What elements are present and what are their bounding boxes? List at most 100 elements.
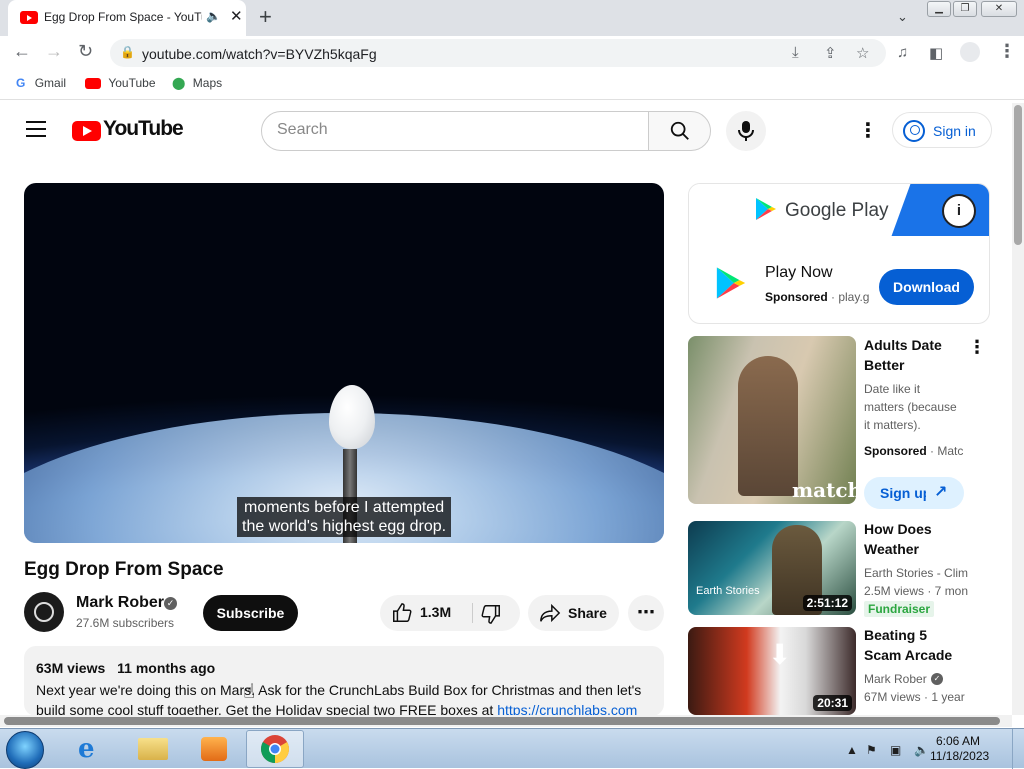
- channel-name[interactable]: Mark Rober: [76, 594, 164, 612]
- tray-volume-icon[interactable]: 🔈: [914, 743, 929, 757]
- rec-desc-line1: Date like it: [864, 382, 921, 396]
- speaker-icon[interactable]: 🔈: [206, 9, 221, 23]
- ad-download-button[interactable]: Download: [879, 269, 974, 305]
- back-arrow-icon[interactable]: ←: [13, 41, 31, 62]
- verified-check-icon: ✓: [164, 597, 177, 610]
- taskbar-chrome[interactable]: [246, 730, 304, 768]
- show-desktop-button[interactable]: [1012, 729, 1024, 769]
- reload-icon[interactable]: ↻: [78, 41, 93, 62]
- close-window-button[interactable]: ✕: [981, 1, 1017, 17]
- new-tab-button[interactable]: +: [259, 4, 272, 30]
- rec-channel-2[interactable]: Earth Stories - Climate: [864, 564, 968, 582]
- bookmark-star-icon[interactable]: ☆: [856, 44, 869, 62]
- more-actions-icon[interactable]: ⋯: [628, 595, 664, 631]
- rec-desc-line2: matters (because: [864, 400, 957, 414]
- view-stats: 63M views 11 months ago: [36, 660, 223, 676]
- rec-thumbnail-arcade[interactable]: ⬇ 20:31: [688, 627, 856, 715]
- video-frame-egg: [329, 385, 375, 449]
- lock-icon[interactable]: 🔒: [120, 45, 135, 59]
- earth-stories-mark: Earth Stories: [696, 585, 760, 597]
- bookmark-youtube[interactable]: YouTube: [85, 76, 156, 90]
- clock-date: 11/18/2023: [930, 749, 990, 763]
- thumbs-up-icon[interactable]: [391, 602, 413, 624]
- voice-search-button[interactable]: [726, 111, 766, 151]
- video-title: Egg Drop From Space: [24, 559, 224, 580]
- view-count: 63M views: [36, 660, 106, 676]
- horizontal-scroll-thumb[interactable]: [4, 717, 1000, 725]
- subscriber-count: 27.6M subscribers: [76, 616, 175, 630]
- rec-stats-2: 2.5M views · 7 months ago: [864, 584, 968, 598]
- side-panel-icon[interactable]: ◧: [929, 44, 943, 62]
- rec-stats-3: 67M views · 1 year ago: [864, 690, 968, 704]
- tab-title: Egg Drop From Space - YouTube: [44, 10, 202, 24]
- tray-network-icon[interactable]: ▣: [890, 743, 901, 757]
- hand-cursor-icon: ☝: [243, 681, 256, 703]
- account-icon: [903, 120, 925, 142]
- like-count[interactable]: 1.3M: [420, 604, 451, 620]
- subscribe-button[interactable]: Subscribe: [203, 595, 298, 631]
- system-clock[interactable]: 6:06 AM 11/18/2023: [930, 734, 990, 764]
- search-box[interactable]: [261, 111, 649, 151]
- tab-search-chevron-icon[interactable]: ⌄: [897, 9, 908, 25]
- tray-flag-icon[interactable]: ⚑: [866, 743, 877, 757]
- sign-in-button[interactable]: Sign in: [892, 112, 992, 148]
- verified-check-icon: ✓: [931, 673, 943, 685]
- rec-title-1[interactable]: Adults Date Better: [864, 335, 972, 375]
- rec-thumbnail-match-ad[interactable]: match.: [688, 336, 856, 504]
- maximize-button[interactable]: ❐: [953, 1, 977, 17]
- google-play-app-icon: [716, 267, 746, 299]
- taskbar-ie[interactable]: e: [62, 730, 120, 768]
- rec-title-3[interactable]: Beating 5 Scam Arcade Games: [864, 625, 968, 665]
- share-arrow-icon: [540, 603, 561, 623]
- taskbar-media-player[interactable]: [185, 730, 243, 768]
- search-input[interactable]: [277, 121, 637, 139]
- upload-age: 11 months ago: [117, 660, 216, 676]
- vertical-scroll-thumb[interactable]: [1014, 105, 1022, 245]
- microphone-icon: [738, 121, 754, 141]
- vertical-scrollbar[interactable]: [1012, 103, 1024, 715]
- bookmark-gmail[interactable]: G Gmail: [16, 76, 66, 90]
- video-caption: moments before I attempted the world's h…: [237, 497, 452, 537]
- bookmark-maps[interactable]: ⬤ Maps: [172, 76, 222, 90]
- thumbs-down-icon[interactable]: [480, 603, 502, 625]
- media-controls-icon[interactable]: ♫: [897, 44, 908, 61]
- rec-desc-line3: it matters).: [864, 418, 921, 432]
- taskbar-explorer[interactable]: [124, 730, 182, 768]
- profile-avatar-icon[interactable]: [960, 42, 980, 62]
- rec-more-icon[interactable]: ⋮: [968, 337, 986, 358]
- chrome-icon: [261, 735, 289, 763]
- address-bar[interactable]: 🔒 youtube.com/watch?v=BYVZh5kqaFg ⤓ ⇪ ☆: [110, 39, 886, 67]
- ad-info-icon[interactable]: i: [942, 194, 976, 228]
- like-separator: [472, 603, 473, 623]
- channel-avatar[interactable]: [24, 592, 64, 632]
- browser-tab[interactable]: Egg Drop From Space - YouTube 🔈 ✕: [8, 0, 246, 36]
- rec-title-2[interactable]: How Does Weather Change Our Planet: [864, 519, 968, 559]
- horizontal-scrollbar[interactable]: [0, 715, 1012, 727]
- search-button[interactable]: [648, 111, 711, 151]
- sign-in-label: Sign in: [933, 123, 976, 139]
- start-button[interactable]: [6, 731, 44, 769]
- share-button[interactable]: Share: [528, 595, 619, 631]
- rec-signup-button[interactable]: Sign up ↗: [864, 477, 964, 509]
- forward-arrow-icon[interactable]: →: [45, 41, 63, 62]
- rec-thumbnail-weather[interactable]: Earth Stories 2:51:12: [688, 521, 856, 615]
- windows-taskbar: e ▲ ⚑ ▣ 🔈 6:06 AM 11/18/2023: [0, 728, 1024, 769]
- hamburger-menu-icon[interactable]: [26, 121, 46, 142]
- ad-title[interactable]: Play Now: [765, 264, 833, 282]
- youtube-logo-text[interactable]: YouTube: [103, 117, 184, 141]
- settings-more-icon[interactable]: ⋮: [858, 118, 878, 143]
- youtube-logo-icon[interactable]: [72, 121, 101, 141]
- fundraiser-badge: Fundraiser: [864, 601, 935, 617]
- tray-show-hidden-icon[interactable]: ▲: [846, 743, 858, 757]
- chrome-menu-icon[interactable]: ⋮: [998, 41, 1016, 62]
- minimize-button[interactable]: ▁: [927, 1, 951, 17]
- internet-explorer-icon: e: [78, 734, 95, 764]
- rec-sponsored-line: Sponsored · Match: [864, 444, 964, 458]
- video-player[interactable]: moments before I attempted the world's h…: [24, 183, 664, 543]
- close-tab-icon[interactable]: ✕: [230, 7, 243, 25]
- install-icon[interactable]: ⤓: [792, 44, 799, 61]
- ad-card[interactable]: Google Play i Play Now Sponsored · play.…: [688, 183, 990, 324]
- ad-banner: Google Play i: [689, 184, 989, 236]
- description-box[interactable]: 63M views 11 months ago Next year we're …: [24, 646, 664, 718]
- share-page-icon[interactable]: ⇪: [824, 44, 837, 62]
